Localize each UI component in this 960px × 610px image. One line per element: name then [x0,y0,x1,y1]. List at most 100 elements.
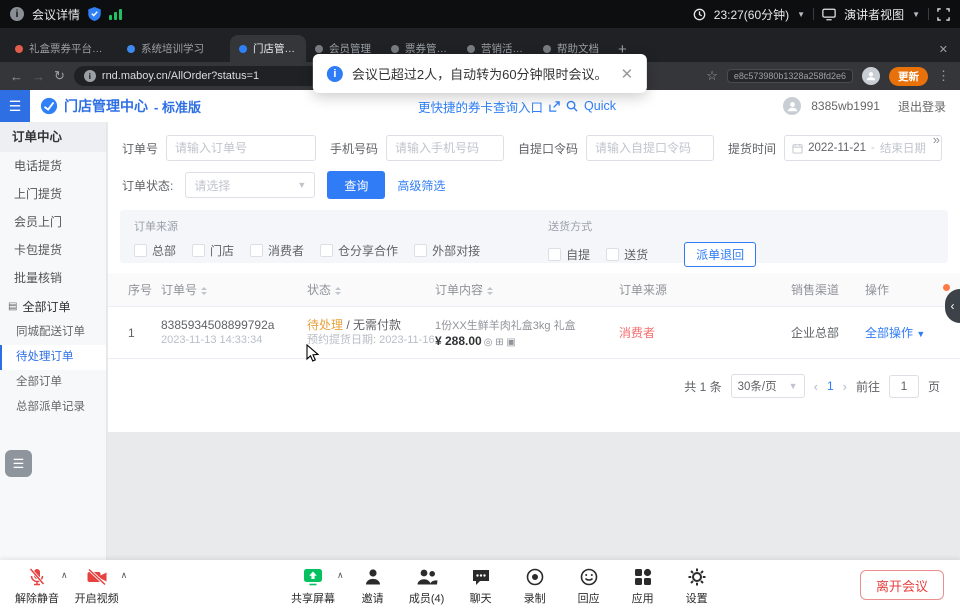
current-page[interactable]: 1 [827,379,834,393]
reaction-button[interactable]: 回应 [562,560,616,606]
prev-page-icon[interactable]: ‹ [814,379,818,394]
settings-button[interactable]: 设置 [670,560,724,606]
record-button[interactable]: 录制 [508,560,562,606]
members-button[interactable]: 成员(4) [400,560,454,606]
chevron-down-icon: ▼ [916,329,925,339]
collapse-filters-icon[interactable]: » [933,132,940,147]
sort-icon[interactable] [487,287,493,295]
network-signal-icon [109,9,122,20]
status-badge: 待处理 [307,318,343,332]
window-close-icon[interactable]: ✕ [939,43,954,62]
sidebar-item-member-visit[interactable]: 会员上门 [0,208,106,236]
video-options-caret[interactable]: ∧ [121,570,128,606]
checkbox-icon [192,244,205,257]
user-avatar[interactable] [783,97,801,115]
invite-person-icon [363,567,383,587]
view-mode-label[interactable]: 演讲者视图 [844,6,904,23]
invite-button[interactable]: 邀请 [346,560,400,606]
sidebar-group-all-orders[interactable]: ▤ 全部订单 [0,292,106,320]
checkbox-consumer[interactable]: 消费者 [250,242,304,259]
browser-update-button[interactable]: 更新 [889,67,928,86]
sidebar-item-pending-orders[interactable]: 待处理订单 [0,345,106,370]
username-text: 8385wb1991 [811,99,880,113]
browser-tab-active[interactable]: 门店管理中心 [230,35,306,62]
sidebar-item-door-pickup[interactable]: 上门提货 [0,180,106,208]
share-screen-button[interactable]: 共享屏幕 [286,560,340,606]
order-no-input[interactable] [166,135,316,161]
sidebar-item-hq-dispatch-log[interactable]: 总部派单记录 [0,395,106,420]
browser-menu-icon[interactable]: ⋮ [937,68,950,84]
fullscreen-icon[interactable] [937,8,950,21]
sort-icon[interactable] [335,287,341,295]
checkbox-hq[interactable]: 总部 [134,242,176,259]
order-status-select[interactable]: 请选择 ▼ [185,172,315,198]
meeting-details-label[interactable]: 会议详情 [32,6,80,23]
sidebar-item-all-orders[interactable]: 全部订单 [0,370,106,395]
quick-label[interactable]: Quick [584,99,616,113]
browser-tab[interactable]: 系统培训学习 [118,35,230,62]
order-source-cell: 消费者 [619,324,791,341]
phone-input[interactable] [386,135,504,161]
sidebar-toolbox-button[interactable]: ☰ [5,450,32,477]
url-text: rnd.maboy.cn/AllOrder?status=1 [102,70,259,82]
order-list-panel: » 订单号 手机号码 自提口令码 提货时间 2022-11-21 - 结束日期 … [108,122,960,432]
back-icon[interactable]: ← [10,69,23,84]
reload-icon[interactable]: ↻ [54,68,65,84]
forward-icon[interactable]: → [32,69,45,84]
tab-favicon [15,45,23,53]
page-size-select[interactable]: 30条/页 ▼ [731,374,805,398]
dispatch-return-button[interactable]: 派单退回 [684,242,756,267]
mic-off-icon [27,567,47,587]
mic-options-caret[interactable]: ∧ [61,570,68,606]
chat-button[interactable]: 聊天 [454,560,508,606]
advanced-filter-link[interactable]: 高级筛选 [397,177,445,194]
start-video-button[interactable]: 开启视频 [70,560,124,606]
checkbox-self-pickup[interactable]: 自提 [548,246,590,263]
checkbox-icon [250,244,263,257]
date-range-picker[interactable]: 2022-11-21 - 结束日期 [784,135,942,161]
quick-entry[interactable]: 更快捷的券卡查询入口 Quick [418,97,616,116]
meeting-info-icon[interactable]: i [10,7,24,21]
sidebar-item-phone-pickup[interactable]: 电话提货 [0,152,106,180]
checkbox-delivery[interactable]: 送货 [606,246,648,263]
search-button[interactable]: 查询 [327,171,385,199]
view-dropdown-icon[interactable]: ▼ [912,10,920,19]
checkbox-warehouse-coop[interactable]: 仓分享合作 [320,242,398,259]
goto-page-input[interactable] [889,375,919,398]
share-options-caret[interactable]: ∧ [337,570,344,606]
toast-close-icon[interactable]: ✕ [621,65,634,83]
members-icon [416,567,438,587]
menu-toggle-button[interactable]: ☰ [0,90,30,122]
total-count: 共 1 条 [684,378,721,395]
browser-tab[interactable]: 礼盒票券平台管理中心 [6,35,118,62]
timer-dropdown-icon[interactable]: ▼ [797,10,805,19]
checkbox-store[interactable]: 门店 [192,242,234,259]
sort-icon[interactable] [201,287,207,295]
checkbox-external[interactable]: 外部对接 [414,242,480,259]
table-row[interactable]: 1 8385934508899792a 2023-11-13 14:33:34 … [108,307,960,359]
logout-button[interactable]: 退出登录 [898,98,946,115]
all-actions-dropdown[interactable]: 全部操作 ▼ [865,326,925,340]
site-info-icon[interactable]: i [84,70,96,82]
external-link-icon [549,101,560,112]
unmute-button[interactable]: 解除静音 [10,560,64,606]
pickup-code-input[interactable] [586,135,714,161]
tab-favicon [543,45,551,53]
bookmark-star-icon[interactable]: ☆ [706,68,718,84]
pagination: 共 1 条 30条/页 ▼ ‹ 1 › 前往 页 [108,359,960,398]
browser-profile-avatar[interactable] [862,67,880,85]
next-page-icon[interactable]: › [843,379,847,394]
sidebar-item-city-delivery[interactable]: 同城配送订单 [0,320,106,345]
header-user-area: 8385wb1991 退出登录 [783,97,960,115]
apps-button[interactable]: 应用 [616,560,670,606]
sidebar-item-card-pickup[interactable]: 卡包提货 [0,236,106,264]
delivery-method-group: 送货方式 自提 送货 派单退回 [548,218,756,255]
page-unit-label: 页 [928,378,940,395]
chevron-down-icon: ▼ [297,180,306,190]
quick-entry-link[interactable]: 更快捷的券卡查询入口 [418,97,543,116]
sidebar-item-batch-verify[interactable]: 批量核销 [0,264,106,292]
tab-favicon [315,45,323,53]
person-icon [787,101,798,112]
sales-channel-cell: 企业总部 [791,324,865,341]
leave-meeting-button[interactable]: 离开会议 [860,570,944,600]
